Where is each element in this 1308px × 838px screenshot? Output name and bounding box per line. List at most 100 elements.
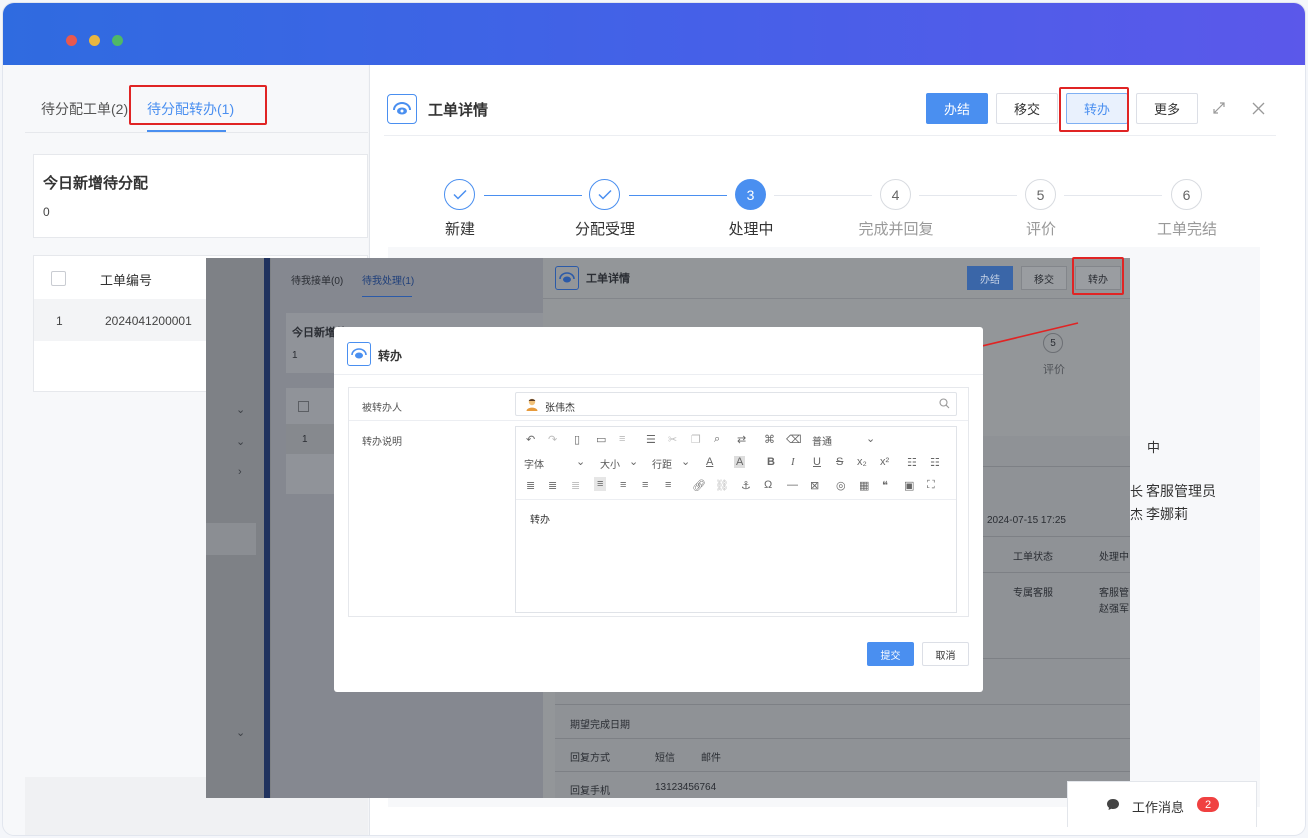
chevron-down-icon: ⌄: [236, 404, 246, 416]
close-window-dot[interactable]: [66, 35, 77, 46]
outdent-icon[interactable]: ≣: [548, 479, 557, 492]
list-icon[interactable]: ☰: [646, 433, 656, 446]
inner-transfer-button: 移交: [1021, 266, 1067, 290]
italic-icon[interactable]: I: [791, 456, 795, 468]
inner-detail-logo-icon: [555, 266, 579, 290]
editor-content[interactable]: 转办: [530, 511, 550, 526]
assignee-input[interactable]: 张伟杰: [515, 392, 957, 416]
rich-text-editor[interactable]: ↶ ↷ ▯ ▭ ≡ ☰ ✂ ❐ ⌕ ⇄ ⌘ ⌫ 普通 ⌄ 字体 ⌄ 大小 ⌄ 行…: [515, 426, 957, 613]
superscript-icon[interactable]: x²: [880, 456, 889, 468]
search-icon[interactable]: [939, 398, 950, 409]
cancel-button[interactable]: 取消: [922, 642, 969, 666]
find-icon[interactable]: ⌕: [714, 433, 720, 446]
unlink-icon[interactable]: ⛓︎: [715, 479, 729, 492]
align-right-icon[interactable]: ≡: [642, 479, 648, 491]
replace-icon[interactable]: ⇄: [737, 433, 746, 446]
font-color-icon[interactable]: A: [706, 456, 713, 468]
detail-title: 工单详情: [428, 102, 489, 119]
unordered-list-icon[interactable]: ☷: [930, 456, 940, 469]
select-all-checkbox[interactable]: [51, 271, 66, 286]
inner-time: 2024-07-15 17:25: [987, 515, 1066, 526]
assignee-value: 张伟杰: [545, 403, 575, 414]
step-3-circle: 3: [735, 179, 766, 210]
chevron-down-icon[interactable]: ⌄: [629, 455, 638, 468]
expand-icon[interactable]: [1212, 101, 1226, 115]
anchor-icon[interactable]: ⚓︎: [741, 479, 751, 492]
inner-expected-date-label: 期望完成日期: [570, 720, 630, 731]
horizontal-rule-icon[interactable]: —: [787, 479, 798, 491]
maximize-window-dot[interactable]: [112, 35, 123, 46]
font-select[interactable]: 字体: [524, 456, 544, 471]
submit-button[interactable]: 提交: [867, 642, 914, 666]
minimize-window-dot[interactable]: [89, 35, 100, 46]
step-1-check-icon: [444, 179, 475, 210]
tab-pending-assign[interactable]: 待分配工单(2): [41, 99, 128, 119]
inner-sidebar-active: [206, 523, 256, 555]
highlight-color-icon[interactable]: A: [734, 456, 746, 468]
indent-icon[interactable]: ≣: [526, 479, 535, 492]
chevron-down-icon: ⌄: [236, 436, 246, 448]
template-icon[interactable]: ≡: [619, 433, 625, 445]
inner-status-value: 处理中: [1099, 552, 1129, 563]
header-divider: [384, 135, 1276, 136]
step-connector: [774, 195, 872, 196]
eraser-icon[interactable]: ⌫: [786, 433, 802, 446]
finish-button[interactable]: 办结: [926, 93, 988, 124]
dialog-title: 转办: [378, 349, 403, 363]
chevron-down-icon[interactable]: ⌄: [576, 455, 585, 468]
ordered-list-icon[interactable]: ☷: [907, 456, 917, 469]
work-messages-label: 工作消息: [1132, 800, 1185, 815]
work-messages-bar[interactable]: 工作消息 2: [1067, 781, 1257, 827]
table-icon[interactable]: ▦: [859, 479, 869, 492]
inner-reply-phone: 13123456764: [655, 782, 717, 793]
today-new-title: 今日新增待分配: [43, 175, 149, 192]
align-left-icon[interactable]: ≡: [594, 477, 607, 491]
editor-toolbar: ↶ ↷ ▯ ▭ ≡ ☰ ✂ ❐ ⌕ ⇄ ⌘ ⌫ 普通 ⌄ 字体 ⌄ 大小 ⌄ 行…: [516, 427, 956, 500]
emoji-icon[interactable]: ◎: [836, 479, 846, 492]
line-height-select[interactable]: 行距: [652, 456, 672, 471]
undo-icon[interactable]: ↶: [526, 433, 535, 446]
link-icon[interactable]: 🔗︎: [692, 479, 706, 492]
inner-tab-my-handle: 待我处理(1): [362, 276, 415, 287]
inner-cs-value-2: 赵强军: [1099, 604, 1129, 615]
inner-sidebar: ⌄ ⌄ › ⌄: [206, 258, 271, 798]
today-new-card: 今日新增待分配 0: [33, 154, 368, 238]
document-icon[interactable]: ▯: [574, 433, 580, 446]
inner-finish-button: 办结: [967, 266, 1013, 290]
special-char-icon[interactable]: Ω: [764, 479, 772, 491]
size-select[interactable]: 大小: [600, 456, 620, 471]
step-connector: [1064, 195, 1162, 196]
copy-icon[interactable]: ❐: [691, 433, 701, 446]
quote-icon[interactable]: ❝: [882, 479, 888, 492]
close-icon[interactable]: [1252, 102, 1265, 115]
subscript-icon[interactable]: x₂: [857, 456, 867, 468]
step-2-check-icon: [589, 179, 620, 210]
page-break-icon[interactable]: ⊠: [810, 479, 819, 492]
spacing-icon[interactable]: ≣: [571, 479, 580, 492]
table-header-id: 工单编号: [100, 273, 153, 288]
justify-icon[interactable]: ≡: [665, 479, 671, 491]
role-a-peek: 长: [1130, 484, 1144, 499]
messages-count-badge: 2: [1197, 797, 1219, 812]
more-button[interactable]: 更多: [1136, 93, 1198, 124]
align-center-icon[interactable]: ≡: [620, 479, 626, 491]
underline-icon[interactable]: U: [813, 456, 821, 468]
format-painter-icon[interactable]: ⌘: [764, 433, 775, 446]
transfer-over-button[interactable]: 移交: [996, 93, 1058, 124]
paragraph-select[interactable]: 普通: [812, 433, 832, 448]
cut-icon[interactable]: ✂: [668, 433, 677, 446]
fullscreen-icon[interactable]: ⛶: [927, 479, 935, 492]
redo-icon[interactable]: ↷: [548, 433, 557, 446]
inner-detail-title: 工单详情: [586, 273, 630, 285]
strikethrough-icon[interactable]: S: [836, 456, 843, 468]
highlight-box-forward-button: [1059, 87, 1129, 132]
step-6-circle: 6: [1171, 179, 1202, 210]
chat-bubble-icon: [1106, 798, 1120, 811]
image-icon[interactable]: ▣: [904, 479, 914, 492]
chevron-down-icon[interactable]: ⌄: [866, 432, 875, 445]
bold-icon[interactable]: B: [767, 456, 775, 468]
inner-checkbox: [298, 401, 309, 412]
inner-reply-email: 邮件: [701, 753, 721, 764]
chevron-down-icon[interactable]: ⌄: [681, 455, 690, 468]
preview-icon[interactable]: ▭: [596, 433, 606, 446]
